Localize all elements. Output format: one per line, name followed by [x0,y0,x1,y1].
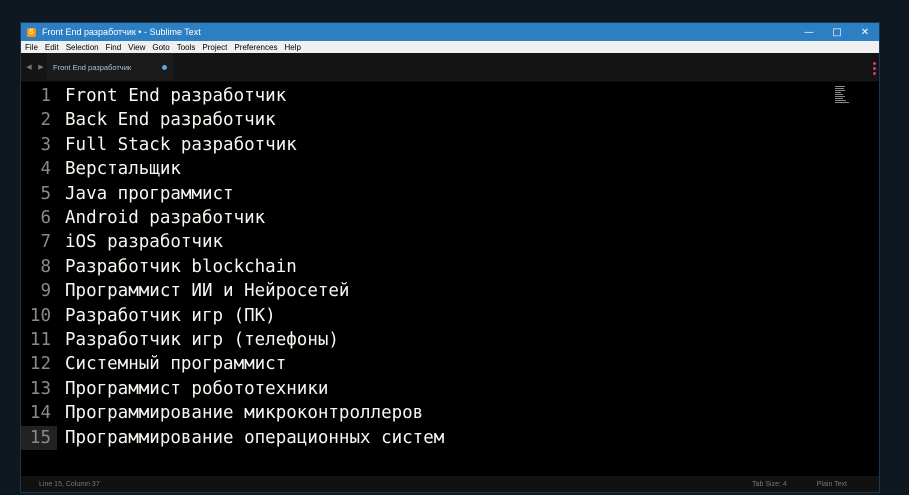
minimize-button[interactable]: — [795,23,823,41]
line-text[interactable]: Программирование операционных систем [65,426,444,450]
code-line[interactable]: 9 Программист ИИ и Нейросетей [21,279,879,303]
tab-menu-icon[interactable] [873,62,876,75]
title-bar[interactable]: S Front End разработчик • - Sublime Text… [21,23,879,41]
line-number: 1 [40,86,51,106]
line-number: 11 [29,330,51,350]
code-line[interactable]: 10 Разработчик игр (ПК) [21,304,879,328]
menu-project[interactable]: Project [202,43,227,52]
maximize-button[interactable]: □ [823,23,851,41]
line-number: 5 [40,183,51,204]
line-number: 14 [29,403,51,424]
code-line[interactable]: 6 Android разработчик [21,206,879,230]
cursor-position: Line 15, Column 37 [39,480,100,488]
line-number: 12 [29,354,51,375]
code-line[interactable]: 8 Разработчик blockchain [21,255,879,279]
code-line[interactable]: 12 Системный программист [21,352,879,376]
menu-goto[interactable]: Goto [152,43,169,52]
menu-selection[interactable]: Selection [66,43,99,52]
line-text[interactable]: iOS разработчик [65,230,223,254]
line-number: 13 [29,378,51,399]
code-line[interactable]: 7 iOS разработчик [21,230,879,254]
syntax-mode[interactable]: Plain Text [817,481,847,488]
code-line[interactable]: 5 Java программист [21,182,879,206]
line-number: 3 [40,134,51,155]
line-number: 7 [40,232,51,253]
line-number: 6 [40,208,51,228]
code-line[interactable]: 15 Программирование операционных систем [21,425,879,450]
line-text[interactable]: Разработчик игр (телефоны) [65,328,339,352]
line-text[interactable]: Full Stack разработчик [65,133,297,157]
code-line[interactable]: 14 Программирование микроконтроллеров [21,401,879,425]
code-line[interactable]: 4 Верстальщик [21,157,879,181]
editor-area[interactable]: 1 Front End разработчик 2 Back End разработ… [21,82,879,474]
line-number: 2 [40,110,51,131]
tab-label: Front End разработчик [53,62,132,72]
line-text[interactable]: Android разработчик [65,206,265,230]
menu-file[interactable]: File [25,43,38,52]
line-number: 10 [29,305,51,326]
tab-front-end[interactable]: Front End разработчик [47,53,173,81]
code-line[interactable]: 3 Full Stack разработчик [21,133,879,157]
line-text[interactable]: Front End разработчик [65,84,286,108]
line-number: 4 [40,159,51,180]
line-text[interactable]: Разработчик игр (ПК) [65,304,276,328]
code-line[interactable]: 11 Разработчик игр (телефоны) [21,328,879,352]
unsaved-dot-icon[interactable] [162,65,167,70]
line-text[interactable]: Программист ИИ и Нейросетей [65,279,349,303]
line-text[interactable]: Программирование микроконтроллеров [65,401,423,425]
menu-preferences[interactable]: Preferences [234,43,277,52]
status-bar: Line 15, Column 37 Tab Size: 4 Plain Tex… [21,476,879,492]
line-number: 15 [21,425,57,450]
close-button[interactable]: ✕ [851,23,879,41]
menu-bar: File Edit Selection Find View Goto Tools… [21,41,879,53]
line-text[interactable]: Программист робототехники [65,377,328,401]
line-text[interactable]: Back End разработчик [65,108,276,132]
sublime-window: S Front End разработчик • - Sublime Text… [20,22,880,493]
menu-find[interactable]: Find [106,43,122,52]
line-text[interactable]: Разработчик blockchain [65,255,297,279]
menu-tools[interactable]: Tools [177,43,196,52]
line-text[interactable]: Верстальщик [65,157,181,181]
tab-size[interactable]: Tab Size: 4 [752,481,787,488]
window-title: Front End разработчик • - Sublime Text [42,27,201,37]
line-text[interactable]: Java программист [65,182,234,206]
line-number: 8 [40,256,51,277]
code-line[interactable]: 2 Back End разработчик [21,108,879,132]
tab-right-arrow-icon[interactable]: ▶ [38,63,43,71]
tab-bar: ◀ ▶ Front End разработчик [21,53,879,82]
sublime-logo-icon: S [27,27,36,37]
line-number: 9 [40,281,51,302]
line-text[interactable]: Системный программист [65,352,286,376]
code-line[interactable]: 13 Программист робототехники [21,377,879,401]
code-line[interactable]: 1 Front End разработчик [21,84,879,108]
menu-edit[interactable]: Edit [45,43,59,52]
menu-view[interactable]: View [128,43,145,52]
tab-left-arrow-icon[interactable]: ◀ [26,63,31,71]
menu-help[interactable]: Help [284,43,300,52]
